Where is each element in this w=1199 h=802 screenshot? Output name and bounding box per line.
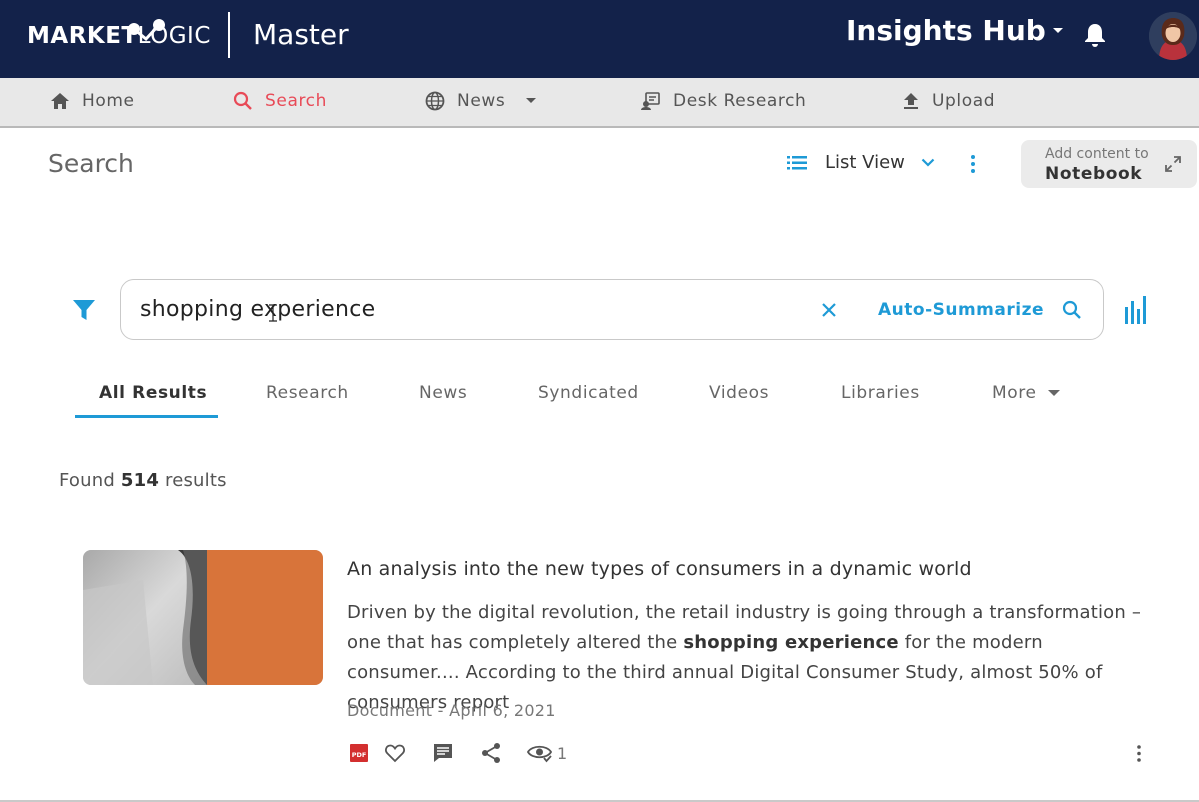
- logo-text: MARKETLOGIC: [27, 19, 211, 60]
- results-count-value: 514: [120, 470, 160, 491]
- nav-home[interactable]: Home: [50, 91, 135, 111]
- tab-research[interactable]: Research: [266, 383, 349, 403]
- text-cursor-icon: [268, 304, 278, 322]
- results-count: Found 514 results: [59, 470, 227, 491]
- globe-icon: [425, 91, 445, 111]
- auto-summarize-button[interactable]: Auto-Summarize: [878, 300, 1044, 320]
- views-eye-icon[interactable]: [527, 742, 553, 764]
- workspace-name: Master: [253, 18, 349, 51]
- results-found-prefix: Found: [59, 470, 115, 491]
- notebook-label: Notebook: [1045, 164, 1143, 184]
- result-title-link[interactable]: An analysis into the new types of consum…: [347, 558, 972, 580]
- caret-down-icon: [1047, 390, 1060, 396]
- nav-news-label: News: [457, 91, 506, 111]
- main-nav: Home Search News Desk Research Upload: [0, 78, 1199, 128]
- tab-news[interactable]: News: [419, 383, 467, 403]
- marketlogic-logo[interactable]: MARKETLOGIC: [27, 10, 211, 60]
- upload-icon: [904, 93, 918, 109]
- page-title: Search: [48, 149, 134, 178]
- tab-libraries[interactable]: Libraries: [841, 383, 920, 403]
- expand-icon: [1164, 155, 1182, 173]
- user-avatar[interactable]: [1149, 12, 1197, 60]
- list-icon: [787, 155, 807, 169]
- avatar-image: [1149, 12, 1197, 60]
- nav-search[interactable]: Search: [233, 91, 327, 111]
- top-bar: MARKETLOGIC Master Insights Hub: [0, 0, 1199, 78]
- comment-icon[interactable]: [432, 742, 454, 764]
- snippet-highlight: shopping experience: [683, 632, 899, 653]
- result-snippet: Driven by the digital revolution, the re…: [347, 598, 1147, 718]
- pdf-label: PDF: [352, 751, 367, 759]
- nav-home-label: Home: [82, 91, 135, 111]
- nav-news[interactable]: News: [425, 91, 537, 111]
- results-found-suffix: results: [165, 470, 227, 491]
- tab-more[interactable]: More: [992, 383, 1061, 403]
- desk-research-icon: [641, 92, 660, 110]
- tab-all-results[interactable]: All Results: [99, 383, 207, 403]
- analytics-bars-icon[interactable]: [1124, 295, 1150, 325]
- search-query-text[interactable]: shopping experience: [140, 297, 375, 322]
- nav-upload[interactable]: Upload: [902, 91, 995, 111]
- active-tab-indicator: [75, 415, 218, 418]
- favorite-heart-icon[interactable]: [384, 742, 406, 764]
- view-mode-label: List View: [825, 152, 905, 173]
- thumbnail-image: [83, 550, 323, 685]
- result-more-options-icon[interactable]: [1132, 742, 1146, 764]
- chevron-down-icon: [921, 158, 935, 167]
- notebook-caption: Add content to: [1045, 146, 1149, 162]
- hub-label: Insights Hub: [846, 14, 1046, 47]
- nav-search-label: Search: [265, 91, 328, 111]
- pdf-file-icon[interactable]: PDF: [349, 742, 369, 764]
- search-input[interactable]: shopping experience Auto-Summarize: [120, 279, 1104, 340]
- more-options-icon[interactable]: [966, 153, 980, 175]
- filter-icon[interactable]: [72, 298, 96, 322]
- logo-molecule-icon: [128, 19, 165, 42]
- search-submit-icon[interactable]: [1062, 300, 1082, 320]
- view-count: 1: [557, 744, 568, 763]
- search-icon: [233, 91, 252, 110]
- caret-down-icon: [1052, 27, 1063, 33]
- clear-search-icon[interactable]: [820, 301, 838, 319]
- tab-videos[interactable]: Videos: [709, 383, 769, 403]
- result-thumbnail[interactable]: [83, 550, 323, 685]
- tab-more-label: More: [992, 383, 1037, 403]
- share-icon[interactable]: [480, 742, 502, 764]
- view-mode-dropdown[interactable]: List View: [787, 152, 935, 173]
- notifications-bell-icon[interactable]: [1083, 22, 1107, 48]
- add-to-notebook-button[interactable]: Add content to Notebook: [1021, 140, 1197, 188]
- result-meta: Document - April 6, 2021: [347, 701, 556, 720]
- chevron-down-icon: [526, 98, 537, 103]
- nav-upload-label: Upload: [932, 91, 996, 111]
- nav-desk-research[interactable]: Desk Research: [641, 91, 806, 111]
- hub-switcher[interactable]: Insights Hub: [846, 14, 1064, 47]
- logo-part1: MARKET: [27, 23, 138, 49]
- logo-divider: [228, 12, 230, 58]
- nav-desk-research-label: Desk Research: [673, 91, 807, 111]
- home-icon: [51, 93, 69, 109]
- tab-syndicated[interactable]: Syndicated: [538, 383, 639, 403]
